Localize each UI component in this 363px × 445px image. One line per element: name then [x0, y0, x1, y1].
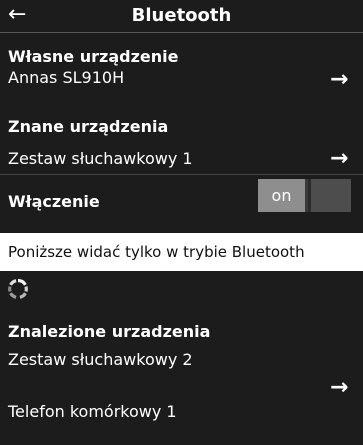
- known-devices-row[interactable]: Znane urządzenia Zestaw słuchawkowy 1 →: [0, 103, 363, 173]
- activation-label: Włączenie: [8, 192, 100, 211]
- toggle-knob[interactable]: [308, 179, 351, 212]
- found-devices-panel: Znalezione urzadzenia Zestaw słuchawkowy…: [0, 271, 363, 445]
- found-devices-arrow-icon[interactable]: →: [330, 377, 348, 399]
- bluetooth-toggle[interactable]: on: [258, 179, 351, 212]
- own-device-value: Annas SL910H: [8, 68, 125, 87]
- info-banner: Poniższe widać tylko w trybie Bluetooth: [0, 233, 363, 271]
- own-device-label: Własne urządzenie: [8, 47, 179, 66]
- known-device-item: Zestaw słuchawkowy 1: [8, 149, 193, 168]
- searching-spinner-icon: [8, 278, 28, 299]
- toggle-on-label: on: [258, 179, 305, 212]
- found-device-item[interactable]: Telefon komórkowy 1: [8, 402, 177, 422]
- found-devices-label: Znalezione urzadzenia: [8, 322, 211, 341]
- separator: [0, 174, 363, 175]
- own-device-row[interactable]: Własne urządzenie Annas SL910H →: [0, 33, 363, 103]
- bluetooth-screen: ← Bluetooth Własne urządzenie Annas SL91…: [0, 0, 363, 445]
- page-title: Bluetooth: [131, 5, 232, 26]
- known-devices-arrow-icon[interactable]: →: [330, 148, 348, 170]
- header-bar: ← Bluetooth: [0, 0, 363, 33]
- own-device-arrow-icon[interactable]: →: [330, 69, 348, 91]
- known-devices-label: Znane urządzenia: [8, 117, 169, 136]
- found-devices-list[interactable]: Zestaw słuchawkowy 2 → Telefon komórkowy…: [0, 343, 363, 433]
- found-device-item[interactable]: Zestaw słuchawkowy 2: [8, 350, 193, 370]
